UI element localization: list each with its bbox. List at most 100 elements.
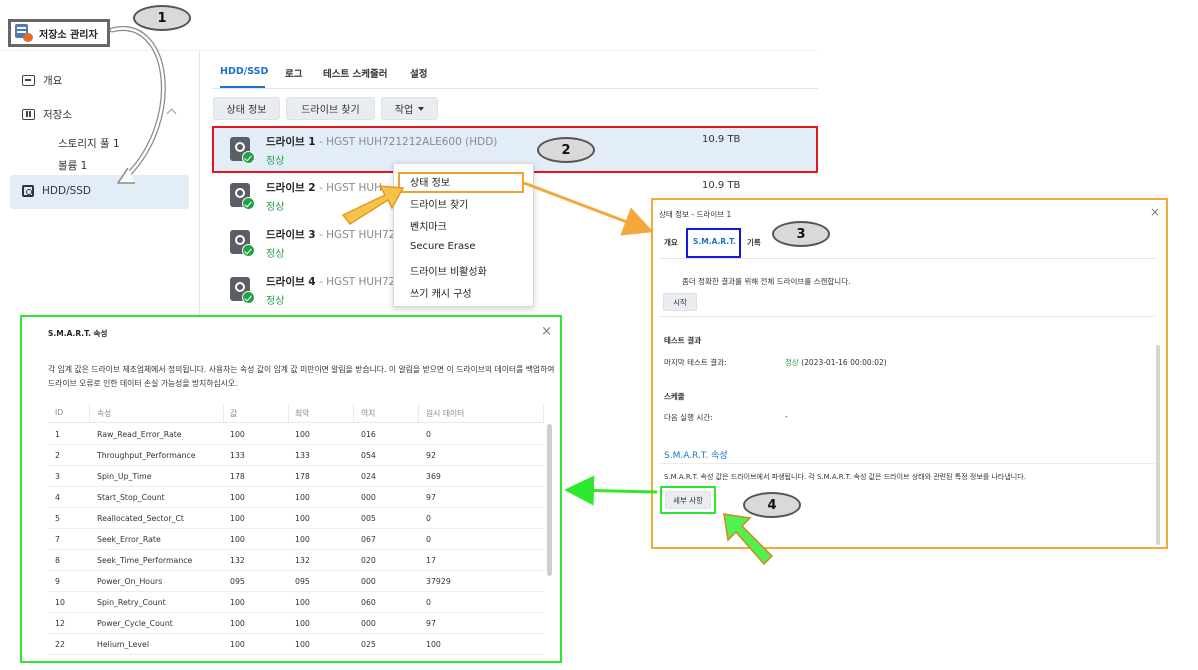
cell-attribute: Start_Stop_Count: [97, 493, 165, 502]
cell-worst: 100: [295, 640, 310, 649]
table-scrollbar[interactable]: [547, 424, 552, 576]
cell-worst: 132: [295, 556, 310, 565]
details-button[interactable]: 세부 사항: [665, 491, 711, 509]
cell-threshold: 000: [361, 577, 376, 586]
sidebar-item-volume[interactable]: 볼륨 1: [58, 158, 87, 173]
sidebar-item-storage[interactable]: 저장소: [22, 107, 72, 122]
cell-worst: 095: [295, 577, 310, 586]
cell-worst: 178: [295, 472, 310, 481]
hdd-icon: [22, 185, 34, 197]
cell-attribute: Helium_Level: [97, 640, 150, 649]
menu-item-benchmark[interactable]: 벤치마크: [410, 218, 447, 233]
cell-worst: 100: [295, 598, 310, 607]
tab-hdd-ssd[interactable]: HDD/SSD: [220, 66, 268, 77]
cell-attribute: Power_Cycle_Count: [97, 619, 173, 628]
column-header-attribute[interactable]: 속성: [97, 408, 111, 419]
cell-id: 5: [55, 514, 60, 523]
cell-id: 4: [55, 493, 60, 502]
menu-item-find-drive[interactable]: 드라이브 찾기: [410, 196, 468, 211]
dialog-scrollbar[interactable]: [1156, 345, 1160, 545]
app-title-box[interactable]: 저장소 관리자: [8, 19, 110, 47]
drive-size: 10.9 TB: [702, 134, 741, 145]
cell-id: 3: [55, 472, 60, 481]
start-button[interactable]: 시작: [663, 293, 697, 311]
test-result-heading: 테스트 결과: [664, 336, 702, 345]
cell-threshold: 025: [361, 640, 376, 649]
table-row[interactable]: 12 Power_Cycle_Count 100 100 000 97: [48, 613, 544, 634]
action-dropdown-button[interactable]: 작업: [381, 97, 438, 120]
callout-3: 3: [772, 221, 830, 247]
smart-attributes-dialog: S.M.A.R.T. 속성 × 각 임계 값은 드라이브 제조업체에서 정의됩니…: [20, 315, 562, 663]
cell-worst: 100: [295, 535, 310, 544]
cell-value: 095: [230, 577, 245, 586]
cell-attribute: Throughput_Performance: [97, 451, 196, 460]
drive-status: 정상: [266, 249, 285, 260]
tab-smart[interactable]: S.M.A.R.T.: [693, 237, 736, 246]
sidebar-item-label: 저장소: [43, 109, 72, 121]
check-circle-icon: [242, 197, 255, 210]
cell-threshold: 000: [361, 493, 376, 502]
cell-raw-data: 369: [426, 472, 441, 481]
cell-attribute: Seek_Error_Rate: [97, 535, 161, 544]
table-row[interactable]: 22 Helium_Level 100 100 025 100: [48, 634, 544, 655]
dialog-title: S.M.A.R.T. 속성: [48, 329, 108, 338]
menu-item-status-info[interactable]: 상태 정보: [410, 174, 450, 189]
schedule-heading: 스케줄: [664, 392, 685, 401]
cell-id: 12: [55, 619, 65, 628]
cell-attribute: Spin_Retry_Count: [97, 598, 166, 607]
table-row[interactable]: 5 Reallocated_Sector_Ct 100 100 005 0: [48, 508, 544, 529]
find-drive-button[interactable]: 드라이브 찾기: [286, 97, 375, 120]
cell-worst: 100: [295, 430, 310, 439]
drive-name: 드라이브 1 - HGST HUH721212ALE600 (HDD): [266, 136, 498, 148]
smart-description: 각 임계 값은 드라이브 제조업체에서 정의됩니다. 사용자는 속성 값이 임계…: [48, 365, 555, 388]
table-row[interactable]: 10 Spin_Retry_Count 100 100 060 0: [48, 592, 544, 613]
tab-history[interactable]: 기록: [747, 237, 761, 248]
table-row[interactable]: 1 Raw_Read_Error_Rate 100 100 016 0: [48, 424, 544, 445]
cell-value: 100: [230, 640, 245, 649]
close-icon[interactable]: ×: [541, 324, 552, 339]
cell-threshold: 060: [361, 598, 376, 607]
cell-threshold: 000: [361, 619, 376, 628]
column-header-raw-data[interactable]: 원시 데이터: [426, 408, 464, 419]
close-icon[interactable]: ×: [1150, 205, 1160, 219]
cell-value: 100: [230, 493, 245, 502]
cell-value: 132: [230, 556, 245, 565]
table-row[interactable]: 9 Power_On_Hours 095 095 000 37929: [48, 571, 544, 592]
cell-value: 100: [230, 430, 245, 439]
cell-raw-data: 0: [426, 514, 431, 523]
cell-id: 9: [55, 577, 60, 586]
tab-log[interactable]: 로그: [285, 66, 302, 80]
section-divider: [659, 316, 1155, 317]
cell-id: 8: [55, 556, 60, 565]
table-row[interactable]: 3 Spin_Up_Time 178 178 024 369: [48, 466, 544, 487]
column-header-threshold[interactable]: 역치: [361, 408, 375, 419]
callout-2: 2: [537, 137, 595, 163]
column-header-id[interactable]: ID: [55, 408, 63, 417]
tab-overview[interactable]: 개요: [664, 237, 678, 248]
sidebar-item-overview[interactable]: 개요: [22, 73, 62, 88]
cell-worst: 100: [295, 493, 310, 502]
column-header-value[interactable]: 값: [230, 408, 237, 419]
table-row[interactable]: 8 Seek_Time_Performance 132 132 020 17: [48, 550, 544, 571]
menu-item-deactivate-drive[interactable]: 드라이브 비활성화: [410, 263, 487, 278]
header-divider: [0, 50, 818, 51]
cell-attribute: Seek_Time_Performance: [97, 556, 193, 565]
cell-raw-data: 92: [426, 451, 436, 460]
cell-id: 22: [55, 640, 65, 649]
chevron-up-icon[interactable]: [166, 108, 177, 119]
table-row[interactable]: 4 Start_Stop_Count 100 100 000 97: [48, 487, 544, 508]
caret-down-icon: [418, 106, 425, 111]
sidebar-item-storage-pool[interactable]: 스토리지 풀 1: [58, 136, 120, 151]
sidebar-item-hdd-ssd[interactable]: HDD/SSD: [22, 185, 91, 197]
table-row[interactable]: 2 Throughput_Performance 133 133 054 92: [48, 445, 544, 466]
status-info-button[interactable]: 상태 정보: [213, 97, 280, 120]
cell-worst: 100: [295, 514, 310, 523]
menu-item-secure-erase[interactable]: Secure Erase: [410, 241, 475, 252]
menu-item-write-cache[interactable]: 쓰기 캐시 구성: [410, 285, 472, 300]
table-row[interactable]: 7 Seek_Error_Rate 100 100 067 0: [48, 529, 544, 550]
drive-name: 드라이브 2 - HGST HUH: [266, 182, 382, 194]
column-header-worst[interactable]: 최악: [295, 408, 309, 419]
tab-settings[interactable]: 설정: [410, 66, 427, 80]
cell-value: 100: [230, 619, 245, 628]
tab-test-scheduler[interactable]: 테스트 스케줄러: [323, 66, 388, 80]
